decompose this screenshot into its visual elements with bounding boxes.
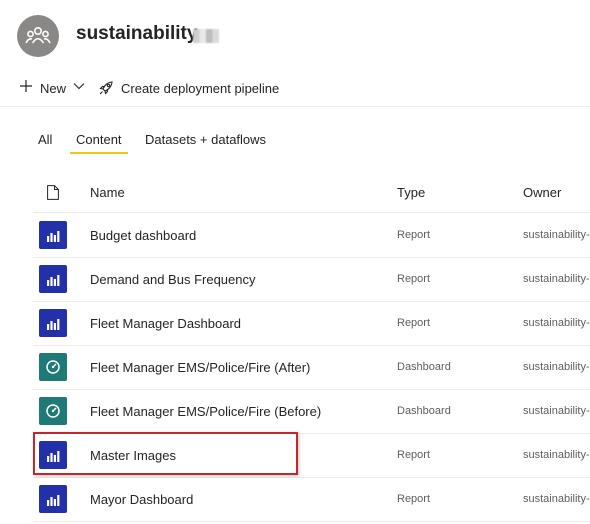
redacted-text [193, 29, 219, 43]
people-group-icon [25, 27, 51, 44]
item-owner: sustainability- [523, 493, 590, 505]
table-row[interactable]: Fleet Manager EMS/Police/Fire (After) Da… [33, 345, 590, 390]
table-row[interactable]: Fleet Manager EMS/Police/Fire (Before) D… [33, 389, 590, 434]
chevron-down-icon[interactable] [73, 82, 85, 90]
item-type: Report [397, 273, 431, 285]
item-owner: sustainability- [523, 317, 590, 329]
rocket-icon[interactable] [98, 80, 114, 96]
item-name[interactable]: Fleet Manager Dashboard [90, 316, 241, 331]
report-bar-chart-icon [39, 485, 67, 513]
toolbar: New Create deployment pipeline [0, 72, 590, 106]
tab-all[interactable]: All [38, 132, 52, 147]
item-name[interactable]: Mayor Dashboard [90, 492, 193, 507]
column-header-owner[interactable]: Owner [523, 185, 561, 200]
workspace-title: sustainability- [76, 23, 204, 44]
item-owner: sustainability- [523, 405, 590, 417]
column-header-type[interactable]: Type [397, 185, 425, 200]
plus-icon[interactable] [18, 78, 34, 94]
new-button[interactable]: New [40, 81, 66, 96]
table-row[interactable]: Demand and Bus Frequency Report sustaina… [33, 257, 590, 302]
document-icon [47, 185, 59, 200]
report-bar-chart-icon [39, 309, 67, 337]
item-name[interactable]: Master Images [90, 448, 176, 463]
workspace-header: sustainability- [0, 0, 590, 72]
item-type: Report [397, 449, 431, 461]
item-type: Dashboard [397, 361, 451, 373]
table-row[interactable]: Fleet Manager Dashboard Report sustainab… [33, 301, 590, 346]
table-row[interactable]: Budget dashboard Report sustainability- [33, 213, 590, 258]
item-type: Dashboard [397, 405, 451, 417]
dashboard-gauge-icon [39, 353, 67, 381]
tab-datasets-dataflows[interactable]: Datasets + dataflows [145, 132, 266, 147]
dashboard-gauge-icon [39, 397, 67, 425]
item-owner: sustainability- [523, 449, 590, 461]
report-bar-chart-icon [39, 265, 67, 293]
item-owner: sustainability- [523, 361, 590, 373]
report-bar-chart-icon [39, 441, 67, 469]
create-deployment-pipeline-button[interactable]: Create deployment pipeline [121, 81, 279, 96]
table-row[interactable]: Mayor Dashboard Report sustainability- [33, 477, 590, 522]
table-header: Name Type Owner [33, 172, 590, 213]
content-tabs: All Content Datasets + dataflows [0, 126, 590, 156]
divider [0, 106, 590, 107]
table-row[interactable]: Master Images Report sustainability- [33, 433, 590, 478]
item-owner: sustainability- [523, 273, 590, 285]
item-type: Report [397, 229, 431, 241]
item-type: Report [397, 317, 431, 329]
item-name[interactable]: Budget dashboard [90, 228, 196, 243]
item-name[interactable]: Fleet Manager EMS/Police/Fire (After) [90, 360, 310, 375]
item-owner: sustainability- [523, 229, 590, 241]
item-name[interactable]: Demand and Bus Frequency [90, 272, 255, 287]
workspace-avatar [17, 15, 59, 57]
item-name[interactable]: Fleet Manager EMS/Police/Fire (Before) [90, 404, 321, 419]
item-type: Report [397, 493, 431, 505]
column-header-name[interactable]: Name [90, 185, 125, 200]
tab-content[interactable]: Content [76, 132, 122, 147]
report-bar-chart-icon [39, 221, 67, 249]
selected-tab-indicator [70, 152, 128, 154]
